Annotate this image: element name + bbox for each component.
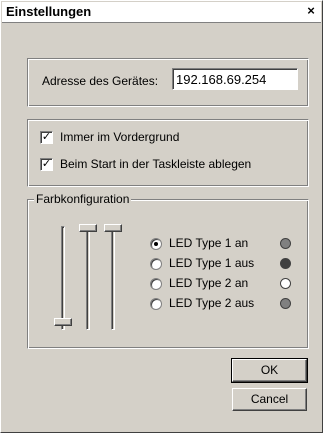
slider-3-thumb[interactable] — [104, 224, 122, 232]
led-type-1-on-label: LED Type 1 an — [169, 236, 249, 250]
address-input[interactable] — [172, 68, 298, 90]
slider-1-thumb[interactable] — [54, 318, 72, 326]
cancel-button[interactable]: Cancel — [232, 388, 307, 411]
always-on-top-checkbox[interactable]: ✓ — [40, 131, 53, 144]
led-type-1-off-label: LED Type 1 aus — [169, 256, 255, 270]
led-type-2-on-radio[interactable] — [150, 278, 162, 290]
options-group: ✓ Immer im Vordergrund ✓ Beim Start in d… — [27, 119, 309, 187]
slider-1-track — [61, 226, 65, 330]
address-group: Adresse des Gerätes: — [27, 58, 309, 107]
led-type-1-on-indicator — [280, 238, 291, 249]
title-bar[interactable]: Einstellungen × — [2, 2, 321, 23]
address-label: Adresse des Gerätes: — [42, 74, 159, 88]
start-in-tray-checkbox[interactable]: ✓ — [40, 158, 53, 171]
start-in-tray-label: Beim Start in der Taskleiste ablegen — [60, 157, 252, 171]
led-type-1-off-radio[interactable] — [150, 258, 162, 270]
always-on-top-label: Immer im Vordergrund — [60, 130, 180, 144]
slider-3-track — [111, 226, 115, 330]
color-config-group: Farbkonfiguration LED Type 1 an LED Type… — [27, 192, 309, 349]
led-type-2-on-label: LED Type 2 an — [169, 276, 249, 290]
close-button[interactable]: × — [303, 4, 319, 18]
led-type-2-off-label: LED Type 2 aus — [169, 296, 255, 310]
ok-button[interactable]: OK — [231, 358, 308, 383]
led-type-2-off-indicator — [280, 298, 291, 309]
led-type-2-off-radio[interactable] — [150, 298, 162, 310]
window-title: Einstellungen — [6, 4, 92, 19]
color-config-legend: Farbkonfiguration — [34, 192, 132, 206]
led-type-2-on-indicator — [280, 278, 291, 289]
slider-2-thumb[interactable] — [79, 224, 97, 232]
led-type-1-off-indicator — [280, 258, 291, 269]
settings-dialog: Einstellungen × Adresse des Gerätes: ✓ I… — [0, 0, 323, 433]
led-type-1-on-radio[interactable] — [150, 238, 162, 250]
slider-2-track — [86, 226, 90, 330]
